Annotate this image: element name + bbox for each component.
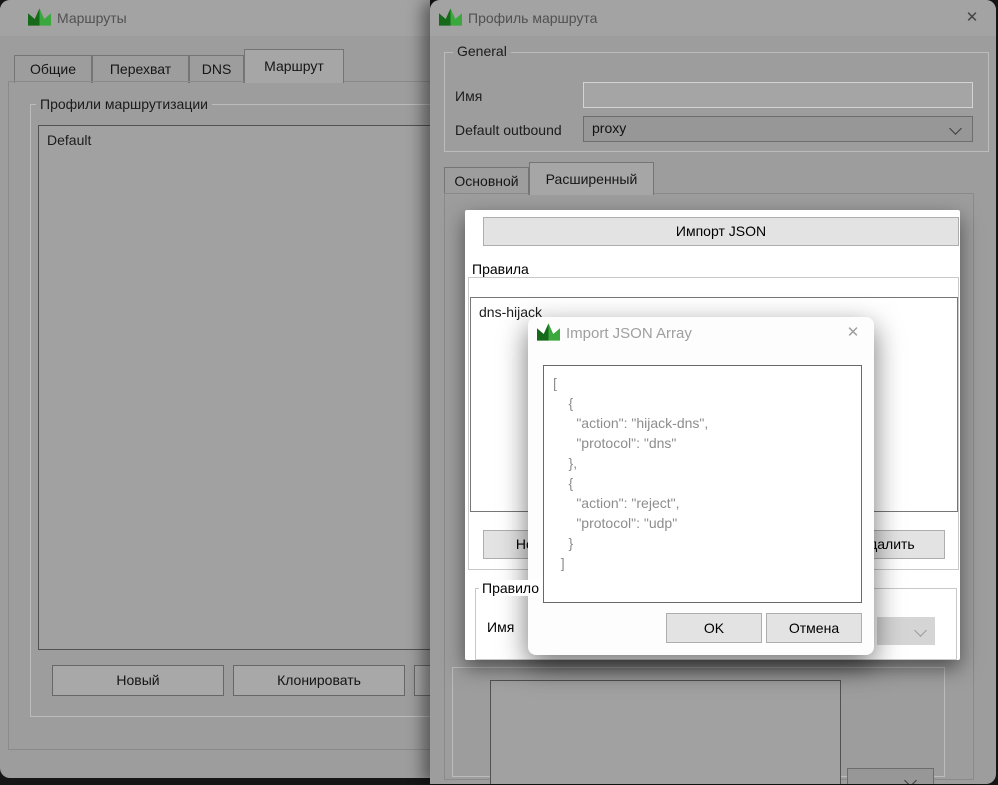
json-input[interactable]: [ { "action": "hijack-dns", "protocol": …	[543, 365, 862, 603]
rules-group-label: Правила	[469, 261, 532, 277]
tab-route[interactable]: Маршрут	[244, 49, 344, 83]
tab-basic[interactable]: Основной	[444, 167, 529, 195]
delete-profile-button-clipped[interactable]	[414, 665, 430, 696]
ok-button[interactable]: OK	[666, 613, 762, 643]
cancel-button[interactable]: Отмена	[766, 613, 862, 643]
tab-common[interactable]: Общие	[14, 55, 92, 83]
rule-group-label: Правило	[479, 580, 542, 596]
new-profile-button[interactable]: Новый	[52, 665, 224, 696]
close-icon[interactable]: ✕	[842, 322, 864, 344]
outbound-selected-value: proxy	[584, 120, 626, 136]
import-dialog-title: Import JSON Array	[566, 323, 692, 345]
chevron-down-icon	[914, 624, 927, 637]
import-json-dialog: Import JSON Array ✕ [ { "action": "hijac…	[528, 317, 874, 655]
rule-type-select-disabled	[877, 617, 935, 645]
app-logo-icon	[439, 8, 462, 28]
clone-profile-button[interactable]: Клонировать	[233, 665, 405, 696]
route-profile-window-title: Профиль маршрута	[468, 0, 597, 36]
tab-intercept[interactable]: Перехват	[92, 55, 189, 83]
name-label: Имя	[455, 87, 482, 105]
lower-list[interactable]	[490, 680, 841, 784]
routing-profiles-group-label: Профили маршрутизации	[36, 97, 212, 112]
chevron-down-icon	[949, 122, 962, 135]
general-group-label: General	[453, 44, 511, 59]
app-logo-icon	[28, 8, 51, 28]
routes-window: Маршруты Общие Перехват DNS Маршрут Проф…	[0, 0, 430, 778]
app-logo-icon	[537, 323, 560, 343]
import-json-button[interactable]: Импорт JSON	[483, 217, 959, 246]
tab-dns[interactable]: DNS	[189, 55, 244, 83]
tab-advanced[interactable]: Расширенный	[529, 162, 654, 195]
desktop: { "colors": { "logo_dark_green": "#17691…	[0, 0, 998, 785]
lower-select[interactable]	[847, 768, 934, 784]
name-input[interactable]	[583, 82, 973, 108]
list-item-default[interactable]: Default	[47, 132, 91, 148]
chevron-down-icon	[904, 774, 917, 784]
route-profile-window: Профиль маршрута ✕ General Имя Default o…	[430, 0, 996, 784]
default-outbound-label: Default outbound	[455, 121, 562, 139]
routes-window-title: Маршруты	[57, 0, 127, 36]
rule-name-label: Имя	[487, 618, 514, 636]
routing-profiles-list[interactable]: Default	[38, 125, 430, 650]
default-outbound-select[interactable]: proxy	[583, 116, 973, 142]
close-icon[interactable]: ✕	[961, 8, 983, 28]
